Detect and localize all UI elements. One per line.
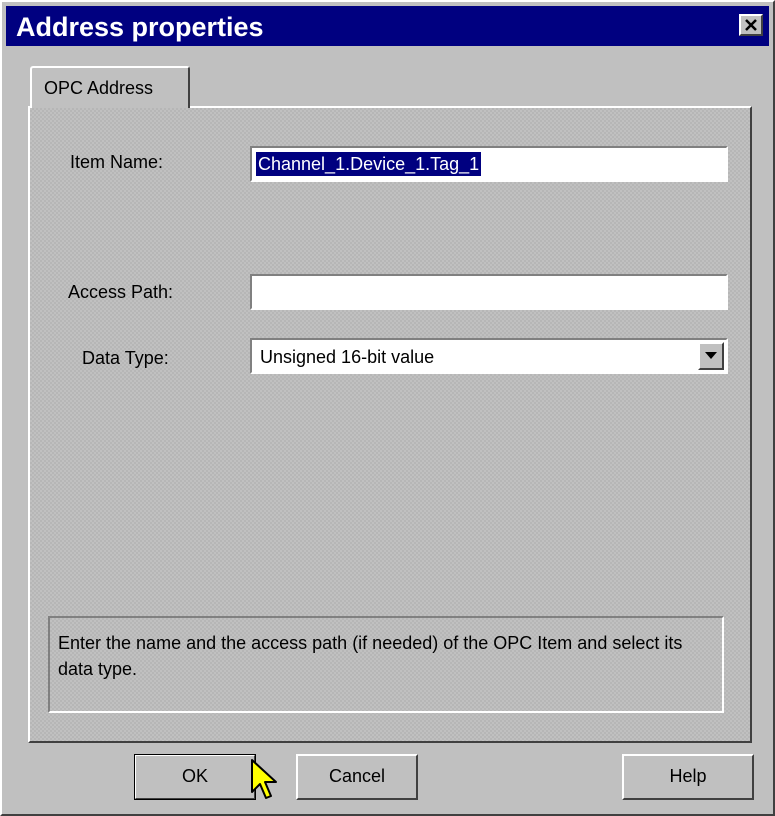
item-name-label: Item Name: xyxy=(70,152,164,172)
title-bar[interactable]: Address properties xyxy=(6,6,769,46)
help-description-box: Enter the name and the access path (if n… xyxy=(48,616,724,713)
access-path-input[interactable] xyxy=(250,274,728,310)
data-type-label: Data Type: xyxy=(82,348,169,368)
help-description-text: Enter the name and the access path (if n… xyxy=(58,633,683,679)
ok-button[interactable]: OK xyxy=(134,754,256,800)
data-type-value: Unsigned 16-bit value xyxy=(260,347,435,367)
close-icon xyxy=(745,19,757,31)
access-path-label: Access Path: xyxy=(68,282,174,302)
chevron-down-icon xyxy=(705,352,717,359)
window-title: Address properties xyxy=(16,12,264,42)
address-properties-dialog: Address properties OPC Address Item Name… xyxy=(0,0,775,816)
dropdown-button[interactable] xyxy=(698,342,724,370)
close-button[interactable] xyxy=(739,14,763,36)
cancel-button[interactable]: Cancel xyxy=(296,754,418,800)
help-button[interactable]: Help xyxy=(622,754,754,800)
data-type-select[interactable]: Unsigned 16-bit value xyxy=(250,338,728,374)
tab-label: OPC Address xyxy=(44,78,154,98)
item-name-input[interactable]: Channel_1.Device_1.Tag_1 xyxy=(250,146,728,182)
tab-opc-address[interactable]: OPC Address xyxy=(30,66,190,108)
item-name-value: Channel_1.Device_1.Tag_1 xyxy=(256,152,482,176)
mouse-pointer-icon xyxy=(251,759,277,799)
